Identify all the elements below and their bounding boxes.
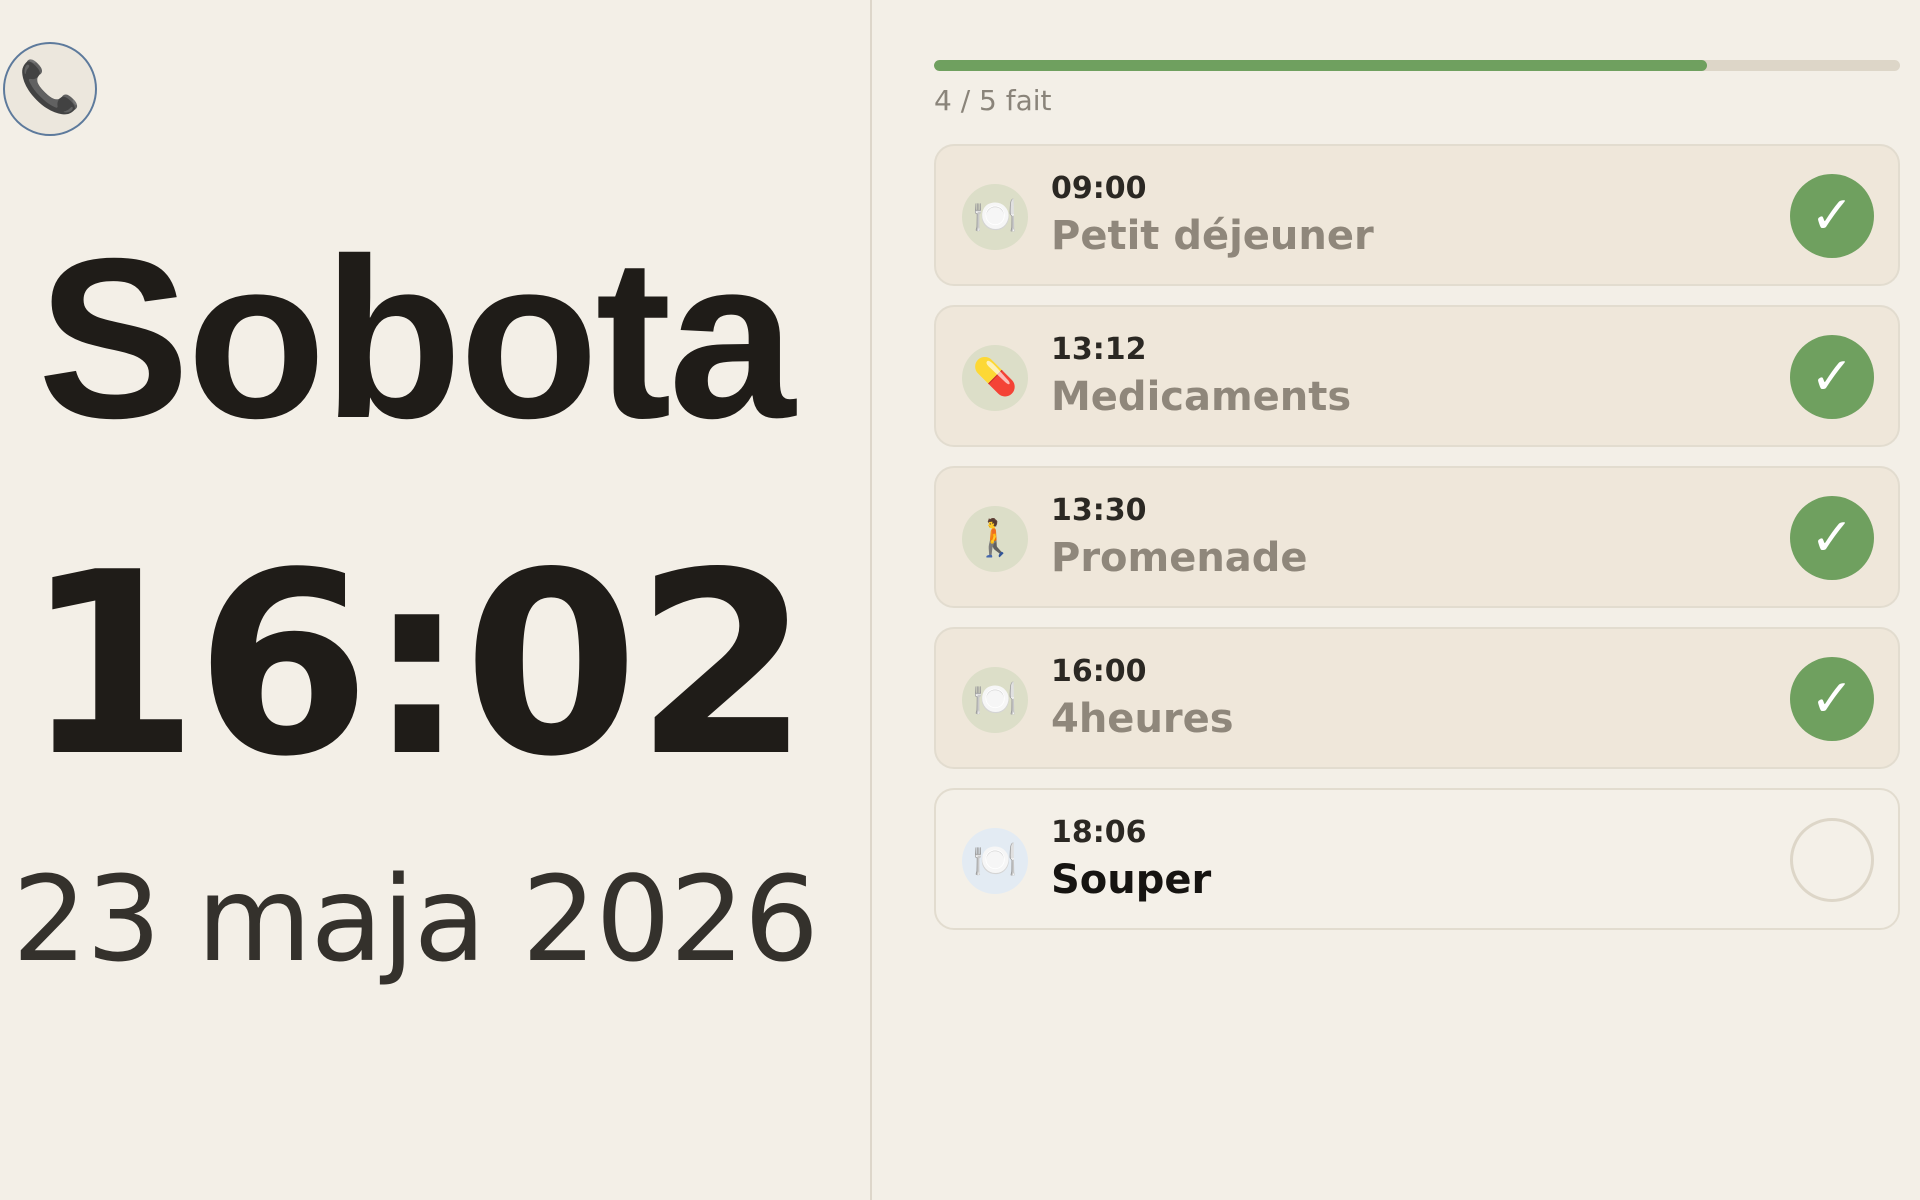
task-name: Medicaments	[1051, 374, 1352, 420]
task-list: 🍽️ 09:00 Petit déjeuner ✓ 💊 13:12 Medica…	[934, 144, 1900, 949]
task-card[interactable]: 🚶 13:30 Promenade ✓	[934, 466, 1900, 608]
task-check-button[interactable]	[1790, 818, 1874, 902]
task-name: Souper	[1051, 857, 1212, 903]
checkmark-icon: ✓	[1810, 508, 1854, 568]
meal-icon: 🍽️	[962, 667, 1028, 733]
task-card[interactable]: 🍽️ 09:00 Petit déjeuner ✓	[934, 144, 1900, 286]
task-card[interactable]: 💊 13:12 Medicaments ✓	[934, 305, 1900, 447]
task-check-button[interactable]: ✓	[1790, 335, 1874, 419]
schedule-panel: 4 / 5 fait 🍽️ 09:00 Petit déjeuner ✓ 💊 1…	[934, 0, 1900, 1200]
screen: 📞 Sobota 16:02 23 maja 2026 4 / 5 fait 🍽…	[0, 0, 1920, 1200]
task-card[interactable]: 🍽️ 16:00 4heures ✓	[934, 627, 1900, 769]
progress-label: 4 / 5 fait	[934, 84, 1052, 117]
meal-icon: 🍽️	[962, 828, 1028, 894]
call-button[interactable]: 📞	[3, 42, 97, 136]
task-check-button[interactable]: ✓	[1790, 657, 1874, 741]
task-name: Promenade	[1051, 535, 1308, 581]
task-time: 18:06	[1051, 815, 1147, 850]
task-time: 09:00	[1051, 171, 1147, 206]
phone-icon: 📞	[18, 58, 82, 116]
progress-fill	[934, 60, 1707, 71]
progress-bar	[934, 60, 1900, 71]
checkmark-icon: ✓	[1810, 669, 1854, 729]
pill-icon: 💊	[962, 345, 1028, 411]
task-check-button[interactable]: ✓	[1790, 174, 1874, 258]
clock-time: 16:02	[23, 519, 810, 812]
task-time: 16:00	[1051, 654, 1147, 689]
task-check-button[interactable]: ✓	[1790, 496, 1874, 580]
clock-panel: 📞 Sobota 16:02 23 maja 2026	[0, 0, 872, 1200]
walking-icon: 🚶	[962, 506, 1028, 572]
task-card[interactable]: 🍽️ 18:06 Souper	[934, 788, 1900, 930]
task-time: 13:12	[1051, 332, 1147, 367]
date-text: 23 maja 2026	[12, 850, 819, 988]
checkmark-icon: ✓	[1810, 347, 1854, 407]
checkmark-icon: ✓	[1810, 186, 1854, 246]
task-name: Petit déjeuner	[1051, 213, 1374, 259]
meal-icon: 🍽️	[962, 184, 1028, 250]
task-name: 4heures	[1051, 696, 1234, 742]
task-time: 13:30	[1051, 493, 1147, 528]
day-name: Sobota	[37, 212, 796, 466]
